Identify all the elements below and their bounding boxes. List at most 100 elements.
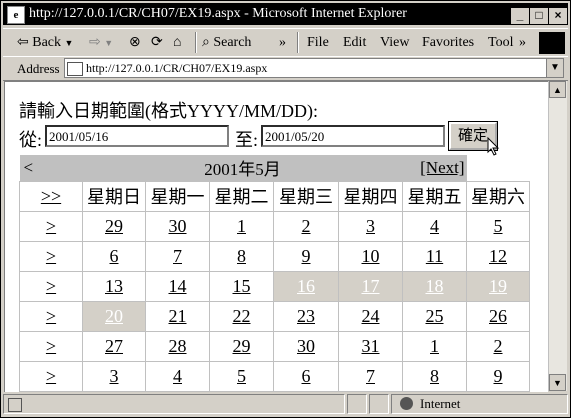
calendar-day[interactable]: 13 — [82, 270, 146, 302]
calendar-day[interactable]: 21 — [145, 300, 210, 332]
calendar-day[interactable]: 29 — [82, 210, 146, 242]
scroll-down-icon[interactable]: ▼ — [549, 374, 566, 391]
calendar-week-row: >29 30 1 2 3 4 5 — [19, 210, 530, 242]
day-header: 星期一 — [145, 180, 210, 212]
calendar-day[interactable]: 10 — [338, 240, 403, 272]
calendar-day[interactable]: 4 — [145, 360, 210, 392]
vertical-scrollbar[interactable]: ▲ ▼ — [548, 81, 567, 391]
from-date-input[interactable]: 2001/05/16 — [45, 125, 229, 147]
ie-page-icon: e — [7, 6, 25, 24]
calendar-day[interactable]: 30 — [145, 210, 210, 242]
calendar-day[interactable]: 25 — [402, 300, 467, 332]
select-month-link[interactable]: >> — [19, 180, 83, 212]
next-month-link[interactable]: [Next] — [402, 155, 467, 181]
calendar-day[interactable]: 15 — [209, 270, 274, 302]
scroll-up-icon[interactable]: ▲ — [549, 81, 566, 98]
back-button[interactable]: ⇦ Back ▼ — [17, 33, 73, 53]
calendar-day[interactable]: 16 — [273, 270, 339, 302]
calendar-day[interactable]: 9 — [273, 240, 339, 272]
page-icon — [67, 62, 83, 77]
status-text-cell — [3, 394, 345, 414]
menu-chevron[interactable]: » — [519, 33, 526, 53]
maximize-button[interactable]: □ — [529, 7, 549, 25]
to-label: 至: — [235, 130, 259, 150]
select-week-link[interactable]: > — [19, 300, 83, 332]
calendar-week-row: >6 7 8 9 10 11 12 — [19, 240, 530, 272]
calendar-day[interactable]: 26 — [466, 300, 530, 332]
calendar-week-row: >13 14 15 16 17 18 19 — [19, 270, 530, 302]
calendar-day[interactable]: 7 — [145, 240, 210, 272]
select-week-link[interactable]: > — [19, 360, 83, 392]
day-header: 星期六 — [466, 180, 530, 212]
calendar-nav-row: < 2001年5月 [Next] — [19, 155, 530, 181]
menu-tools[interactable]: Tool — [488, 33, 513, 53]
calendar-day[interactable]: 31 — [338, 330, 403, 362]
globe-icon — [400, 397, 413, 410]
standard-toolbar: ⇦ Back ▼ ⇨ ▼ ⊗ ⟳ ⌂ ⌕ Search » File Edit … — [3, 28, 568, 57]
to-date-input[interactable]: 2001/05/20 — [261, 125, 445, 147]
toolbar-chevron[interactable]: » — [279, 33, 286, 53]
zone-label: Internet — [420, 396, 461, 411]
calendar-day[interactable]: 3 — [82, 360, 146, 392]
search-button[interactable]: ⌕ Search — [202, 33, 251, 53]
calendar-day[interactable]: 6 — [82, 240, 146, 272]
calendar-day[interactable]: 9 — [466, 360, 530, 392]
day-header: 星期五 — [402, 180, 467, 212]
calendar-day[interactable]: 24 — [338, 300, 403, 332]
calendar-day[interactable]: 14 — [145, 270, 210, 302]
close-button[interactable]: × — [548, 7, 568, 25]
refresh-icon[interactable]: ⟳ — [151, 33, 163, 53]
calendar-day[interactable]: 30 — [273, 330, 339, 362]
select-week-link[interactable]: > — [19, 240, 83, 272]
home-icon[interactable]: ⌂ — [173, 33, 181, 53]
select-week-link[interactable]: > — [19, 270, 83, 302]
prev-month-link[interactable]: < — [19, 155, 83, 181]
from-label: 從: — [19, 130, 43, 150]
calendar-day[interactable]: 1 — [402, 330, 467, 362]
calendar-day[interactable]: 5 — [209, 360, 274, 392]
calendar-day[interactable]: 8 — [209, 240, 274, 272]
day-header: 星期日 — [82, 180, 146, 212]
zone-cell: Internet — [391, 394, 568, 414]
menu-view[interactable]: View — [380, 33, 409, 53]
stop-icon[interactable]: ⊗ — [129, 33, 141, 53]
calendar-day[interactable]: 1 — [209, 210, 274, 242]
calendar-day[interactable]: 5 — [466, 210, 530, 242]
menu-favorites[interactable]: Favorites — [422, 33, 474, 53]
month-title: 2001年5月 — [82, 155, 403, 181]
select-week-link[interactable]: > — [19, 330, 83, 362]
calendar-day[interactable]: 3 — [338, 210, 403, 242]
calendar-day[interactable]: 19 — [466, 270, 530, 302]
select-week-link[interactable]: > — [19, 210, 83, 242]
calendar-day[interactable]: 8 — [402, 360, 467, 392]
address-input[interactable]: http://127.0.0.1/CR/CH07/EX19.aspx ▼ — [64, 58, 564, 78]
calendar-day[interactable]: 27 — [82, 330, 146, 362]
day-header: 星期四 — [338, 180, 403, 212]
menu-edit[interactable]: Edit — [343, 33, 366, 53]
address-dropdown-icon[interactable]: ▼ — [546, 59, 563, 77]
dropdown-icon: ▼ — [104, 38, 114, 48]
calendar-day[interactable]: 20 — [82, 300, 146, 332]
calendar-day[interactable]: 12 — [466, 240, 530, 272]
calendar-day[interactable]: 23 — [273, 300, 339, 332]
forward-button[interactable]: ⇨ ▼ — [89, 33, 113, 53]
mouse-pointer-icon — [487, 137, 500, 156]
day-header: 星期二 — [209, 180, 274, 212]
menu-file[interactable]: File — [307, 33, 329, 53]
calendar-day[interactable]: 22 — [209, 300, 274, 332]
calendar-day[interactable]: 11 — [402, 240, 467, 272]
calendar-day[interactable]: 2 — [466, 330, 530, 362]
calendar-day[interactable]: 4 — [402, 210, 467, 242]
calendar-day[interactable]: 17 — [338, 270, 403, 302]
calendar-day[interactable]: 18 — [402, 270, 467, 302]
date-range-prompt: 請輸入日期範圍(格式YYYY/MM/DD): — [19, 101, 318, 121]
calendar-day[interactable]: 6 — [273, 360, 339, 392]
page-content: 請輸入日期範圍(格式YYYY/MM/DD): 從: 2001/05/16 至: … — [4, 81, 548, 392]
calendar-day[interactable]: 28 — [145, 330, 210, 362]
calendar-day[interactable]: 7 — [338, 360, 403, 392]
calendar-day[interactable]: 2 — [273, 210, 339, 242]
windows-logo-icon — [539, 32, 565, 54]
minimize-button[interactable]: _ — [510, 7, 530, 25]
calendar-day[interactable]: 29 — [209, 330, 274, 362]
browser-window: e http://127.0.0.1/CR/CH07/EX19.aspx - M… — [0, 0, 571, 418]
